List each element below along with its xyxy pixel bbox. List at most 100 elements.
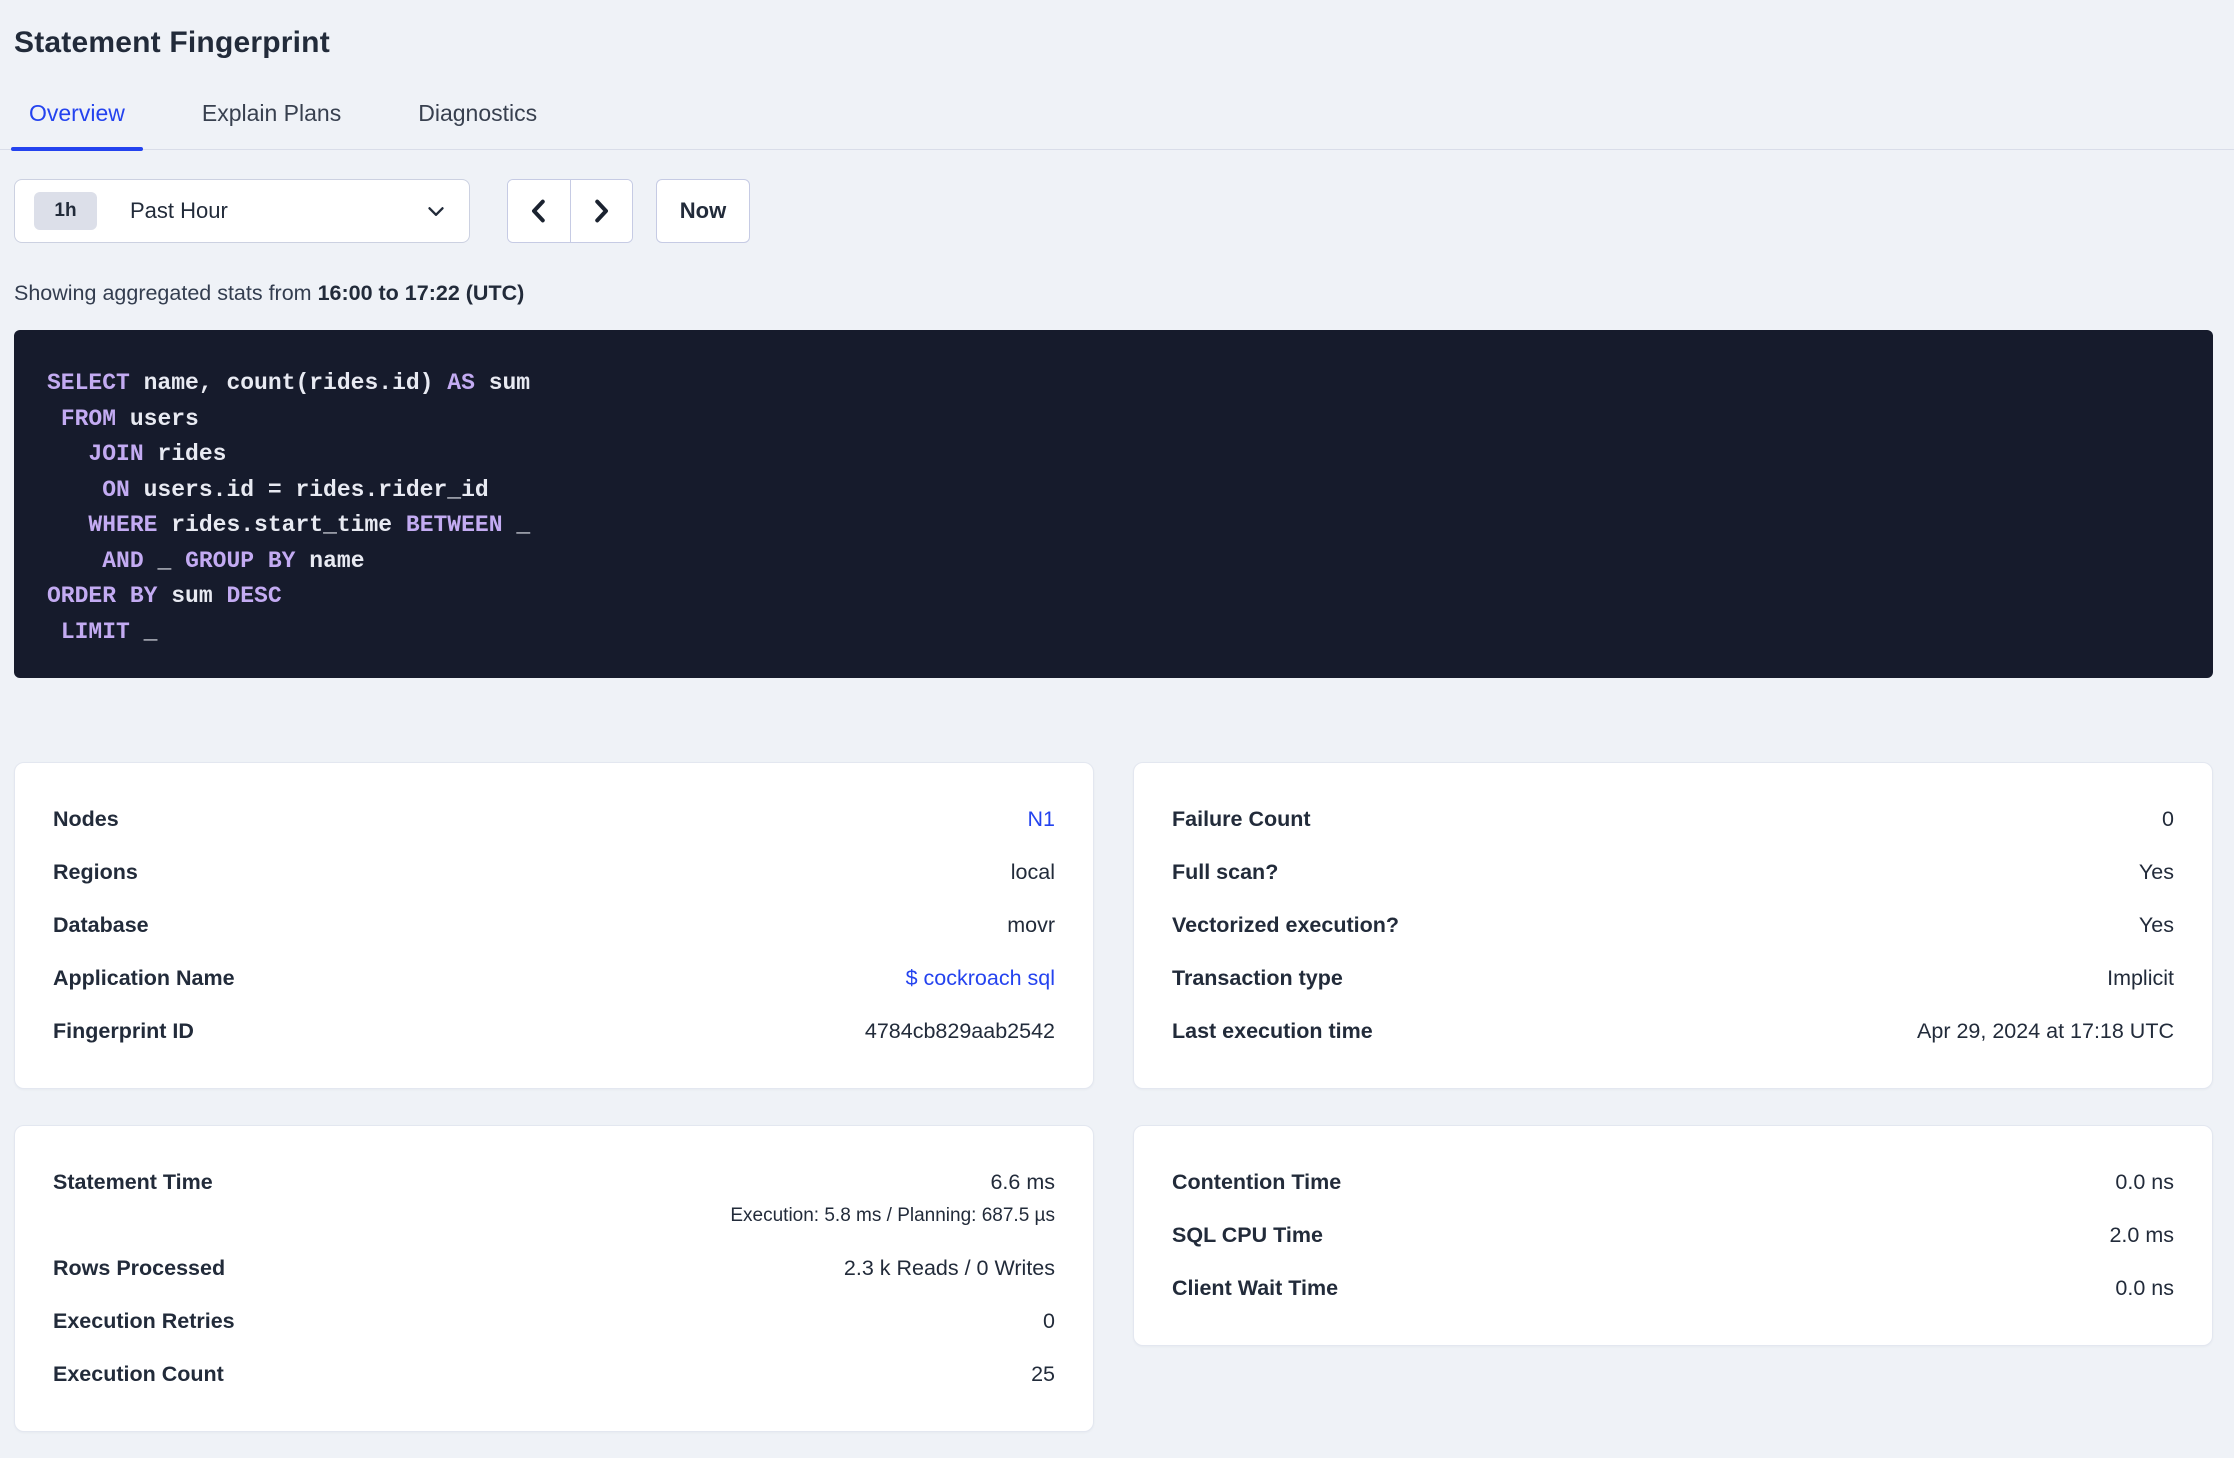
card-row: Last execution time Apr 29, 2024 at 17:18…	[1172, 1005, 2174, 1058]
card-row: Nodes N1	[53, 793, 1055, 846]
row-label: SQL CPU Time	[1172, 1223, 1323, 1247]
sql-keyword: SELECT	[47, 370, 130, 396]
caption-prefix: Showing aggregated stats from	[14, 281, 318, 305]
sql-keyword: WHERE	[88, 512, 158, 538]
sql-keyword: ON	[102, 476, 130, 503]
prev-interval-button[interactable]	[508, 180, 571, 242]
card-row: Vectorized execution? Yes	[1172, 899, 2174, 952]
row-value-link[interactable]: $ cockroach sql	[906, 965, 1055, 992]
row-value-main: 0.0 ns	[2115, 1170, 2174, 1194]
row-label: Vectorized execution?	[1172, 913, 1400, 937]
row-label: Transaction type	[1172, 966, 1343, 990]
row-value-main: Yes	[2138, 860, 2174, 884]
row-label: Client Wait Time	[1172, 1276, 1339, 1300]
card-row: Statement Time 6.6 ms Execution: 5.8 ms / …	[53, 1156, 1055, 1242]
sql-text: rides.start_time	[157, 512, 406, 538]
sql-text: rides	[143, 441, 227, 467]
row-label: Fingerprint ID	[53, 1019, 194, 1043]
row-label: Statement Time	[53, 1170, 213, 1194]
time-nav-buttons	[507, 179, 633, 243]
sql-text: name	[295, 547, 365, 574]
row-value: 2.0 ms	[2109, 1222, 2174, 1249]
row-value-main: $ cockroach sql	[905, 966, 1055, 990]
row-value-main: 0	[1043, 1309, 1055, 1333]
tab-explain-plans[interactable]: Explain Plans	[184, 100, 359, 149]
page-title: Statement Fingerprint	[14, 26, 330, 59]
sql-line: WHERE rides.start_time BETWEEN _	[47, 508, 2180, 544]
card-row: Fingerprint ID 4784cb829aab2542	[53, 1005, 1055, 1058]
card-row: Database movr	[53, 899, 1055, 952]
card-row: Contention Time 0.0 ns	[1172, 1156, 2174, 1209]
row-label: Nodes	[53, 807, 119, 831]
row-label: Last execution time	[1172, 1019, 1373, 1043]
tab-overview[interactable]: Overview	[11, 100, 143, 151]
sql-keyword: BETWEEN	[405, 512, 503, 538]
card-row: Rows Processed 2.3 k Reads / 0 Writes	[53, 1242, 1055, 1295]
row-value: Apr 29, 2024 at 17:18 UTC	[1917, 1018, 2174, 1045]
sql-line: LIMIT _	[47, 615, 2180, 651]
wait-times-card: Contention Time 0.0 ns SQL CPU Time 2.0 ms C…	[1133, 1125, 2213, 1346]
next-interval-button[interactable]	[570, 180, 632, 242]
sql-text: sum	[157, 583, 227, 609]
row-value: Implicit	[2107, 965, 2174, 992]
sql-keyword: LIMIT	[60, 618, 130, 645]
row-value-main: Implicit	[2107, 966, 2174, 990]
card-row: Execution Retries 0	[53, 1295, 1055, 1348]
sql-line: ORDER BY sum DESC	[47, 579, 2180, 615]
row-label: Failure Count	[1172, 807, 1311, 831]
tab-diagnostics[interactable]: Diagnostics	[400, 100, 555, 149]
row-value: 0.0 ns	[2115, 1169, 2174, 1196]
row-value-main: 4784cb829aab2542	[864, 1019, 1055, 1043]
row-value-link[interactable]: N1	[1028, 806, 1055, 833]
row-value: 0	[1043, 1308, 1055, 1335]
sql-text: users.id = rides.rider_id	[129, 476, 489, 503]
row-label: Execution Count	[53, 1362, 224, 1386]
card-row: Failure Count 0	[1172, 793, 2174, 846]
sql-text: name, count(rides.id)	[129, 370, 448, 396]
card-row: Application Name $ cockroach sql	[53, 952, 1055, 1005]
time-toolbar: 1h Past Hour Now	[14, 179, 2234, 243]
sql-text: _	[129, 618, 158, 645]
row-value-main: Apr 29, 2024 at 17:18 UTC	[1917, 1019, 2174, 1043]
sql-keyword: AND	[102, 547, 144, 574]
sql-text: users	[116, 405, 199, 432]
row-value-main: Yes	[2138, 913, 2174, 937]
card-row: Transaction type Implicit	[1172, 952, 2174, 1005]
sql-keyword: GROUP BY	[185, 547, 296, 574]
caption-range: 16:00 to 17:22 (UTC)	[317, 281, 525, 305]
card-row: SQL CPU Time 2.0 ms	[1172, 1209, 2174, 1262]
chevron-right-icon	[586, 196, 616, 226]
row-value: Yes	[2139, 912, 2174, 939]
row-value: 0	[2162, 806, 2174, 833]
row-value-main: N1	[1027, 807, 1055, 831]
row-value: 25	[1031, 1361, 1055, 1388]
row-label: Regions	[53, 860, 138, 884]
row-value-main: movr	[1007, 913, 1055, 937]
sql-keyword: DESC	[226, 583, 282, 609]
sql-text: _	[143, 547, 186, 574]
card-row: Execution Count 25	[53, 1348, 1055, 1401]
time-interval-dropdown[interactable]: 1h Past Hour	[14, 179, 470, 243]
statement-times-card: Statement Time 6.6 ms Execution: 5.8 ms / …	[14, 1125, 1094, 1432]
row-value: 4784cb829aab2542	[865, 1018, 1055, 1045]
sql-keyword: ORDER BY	[47, 583, 158, 609]
aggregated-stats-caption: Showing aggregated stats from 16:00 to 1…	[14, 279, 2234, 307]
interval-label: Past Hour	[130, 198, 228, 223]
sql-text: sum	[474, 370, 531, 396]
tab-bar: Overview Explain Plans Diagnostics	[0, 100, 2234, 151]
chevron-left-icon	[524, 196, 554, 226]
card-row: Regions local	[53, 846, 1055, 899]
now-button[interactable]: Now	[656, 179, 750, 243]
row-label: Full scan?	[1172, 860, 1279, 884]
sql-line: ON users.id = rides.rider_id	[47, 473, 2180, 509]
row-value-main: 2.3 k Reads / 0 Writes	[843, 1256, 1055, 1280]
sql-keyword: JOIN	[88, 441, 144, 467]
row-label: Application Name	[53, 966, 235, 990]
row-value: 6.6 ms Execution: 5.8 ms / Planning: 687.…	[730, 1169, 1055, 1229]
row-value: 2.3 k Reads / 0 Writes	[844, 1255, 1055, 1282]
sql-keyword: FROM	[60, 405, 117, 432]
